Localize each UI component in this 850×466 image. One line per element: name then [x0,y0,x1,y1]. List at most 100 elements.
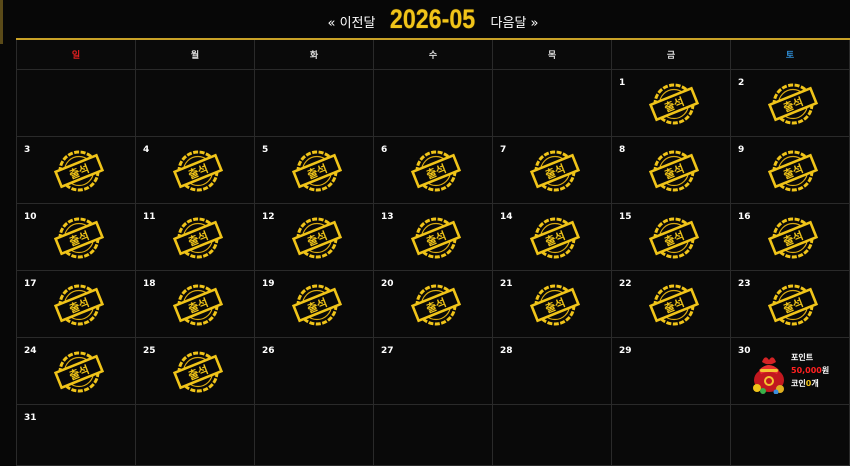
attendance-stamp-icon: 출석 [289,283,345,327]
attendance-stamp-icon: 출석 [408,283,464,327]
day-cell[interactable]: 14 출석 [492,203,612,271]
day-number: 10 [24,212,37,222]
attendance-stamp-icon: 출석 [408,216,464,260]
attendance-stamp-icon: 출석 [527,149,583,193]
day-cell[interactable]: 21 출석 [492,270,612,338]
day-cell[interactable]: 18 출석 [135,270,255,338]
day-cell[interactable]: 25 출석 [135,337,255,405]
day-cell[interactable]: 4 출석 [135,136,255,204]
empty-day-cell [492,404,612,466]
day-cell[interactable]: 11 출석 [135,203,255,271]
weekday-fri: 금 [611,40,731,70]
day-number: 30 [738,346,751,356]
lucky-bag-icon [753,357,784,394]
calendar-header: « 이전달 2026-05 다음달 » [16,0,850,38]
attendance-stamp-icon: 출석 [51,216,107,260]
empty-day-cell [373,404,493,466]
day-cell[interactable]: 27 [373,337,493,405]
day-cell[interactable]: 15 출석 [611,203,731,271]
day-number: 25 [143,346,156,356]
week-row: 10 출석 11 출석 12 출석 13 출석 14 출석 15 출석 16 출석 [16,203,850,271]
empty-day-cell [730,404,850,466]
day-cell-reward[interactable]: 30 포인트 50,000원 코인0개 [730,337,850,405]
day-number: 22 [619,279,632,289]
empty-day-cell [135,404,255,466]
attendance-stamp-icon: 출석 [646,216,702,260]
prev-month-link[interactable]: « 이전달 [327,12,375,31]
day-cell[interactable]: 16 출석 [730,203,850,271]
day-number: 19 [262,279,275,289]
attendance-stamp-icon: 출석 [646,82,702,126]
day-cell[interactable]: 8 출석 [611,136,731,204]
empty-day-cell [611,404,731,466]
day-number: 5 [262,145,269,155]
attendance-stamp-icon: 출석 [51,149,107,193]
day-cell[interactable]: 1 출석 [611,69,731,137]
reward-point-amount: 50,000원 [791,366,830,375]
day-number: 13 [381,212,394,222]
day-cell[interactable]: 2 출석 [730,69,850,137]
day-number: 23 [738,279,751,289]
attendance-stamp-icon: 출석 [289,216,345,260]
reward-box: 포인트 50,000원 코인0개 [751,350,841,400]
attendance-stamp-icon: 출석 [527,283,583,327]
attendance-stamp-icon: 출석 [51,350,107,394]
day-cell[interactable]: 3 출석 [16,136,136,204]
attendance-stamp-icon: 출석 [408,149,464,193]
day-number: 20 [381,279,394,289]
weekday-tue: 화 [254,40,374,70]
attendance-stamp-icon: 출석 [170,350,226,394]
attendance-stamp-icon: 출석 [170,149,226,193]
day-number: 17 [24,279,37,289]
day-cell[interactable]: 24 출석 [16,337,136,405]
day-cell[interactable]: 28 [492,337,612,405]
day-number: 18 [143,279,156,289]
next-month-link[interactable]: 다음달 » [491,12,539,31]
day-cell[interactable]: 31 [16,404,136,466]
empty-day-cell [16,69,136,137]
day-cell[interactable]: 22 출석 [611,270,731,338]
left-rail-edge [0,0,3,44]
weekday-sun: 일 [16,40,136,70]
week-row: 1 출석 2 출석 [16,69,850,137]
week-row: 24 출석 25 출석 26 27 28 29 30 포인트 50,000원 코… [16,337,850,405]
day-cell[interactable]: 6 출석 [373,136,493,204]
attendance-stamp-icon: 출석 [289,149,345,193]
day-cell[interactable]: 17 출석 [16,270,136,338]
day-cell[interactable]: 23 출석 [730,270,850,338]
day-cell[interactable]: 5 출석 [254,136,374,204]
day-number: 3 [24,145,31,155]
day-cell[interactable]: 12 출석 [254,203,374,271]
attendance-stamp-icon: 출석 [646,149,702,193]
week-row: 17 출석 18 출석 19 출석 20 출석 21 출석 22 출석 23 출석 [16,270,850,338]
day-number: 28 [500,346,513,356]
day-cell[interactable]: 9 출석 [730,136,850,204]
reward-point-label: 포인트 [791,353,814,362]
day-number: 6 [381,145,388,155]
day-cell[interactable]: 19 출석 [254,270,374,338]
attendance-stamp-icon: 출석 [527,216,583,260]
day-number: 9 [738,145,745,155]
empty-day-cell [254,69,374,137]
reward-text: 포인트 50,000원 코인0개 [791,351,829,390]
weekday-mon: 월 [135,40,255,70]
day-number: 14 [500,212,513,222]
day-number: 1 [619,78,626,88]
day-number: 24 [24,346,37,356]
calendar-grid: 일 월 화 수 목 금 토 1 출석 2 출석 3 출석 4 출석 5 출석 6… [16,40,850,466]
day-cell[interactable]: 26 [254,337,374,405]
empty-day-cell [135,69,255,137]
weekday-wed: 수 [373,40,493,70]
day-cell[interactable]: 13 출석 [373,203,493,271]
day-number: 4 [143,145,150,155]
attendance-stamp-icon: 출석 [170,283,226,327]
day-number: 12 [262,212,275,222]
day-cell[interactable]: 20 출석 [373,270,493,338]
day-cell[interactable]: 7 출석 [492,136,612,204]
weekday-sat: 토 [730,40,850,70]
day-number: 2 [738,78,745,88]
day-cell[interactable]: 10 출석 [16,203,136,271]
weekday-header-row: 일 월 화 수 목 금 토 [16,40,850,70]
attendance-stamp-icon: 출석 [170,216,226,260]
day-cell[interactable]: 29 [611,337,731,405]
